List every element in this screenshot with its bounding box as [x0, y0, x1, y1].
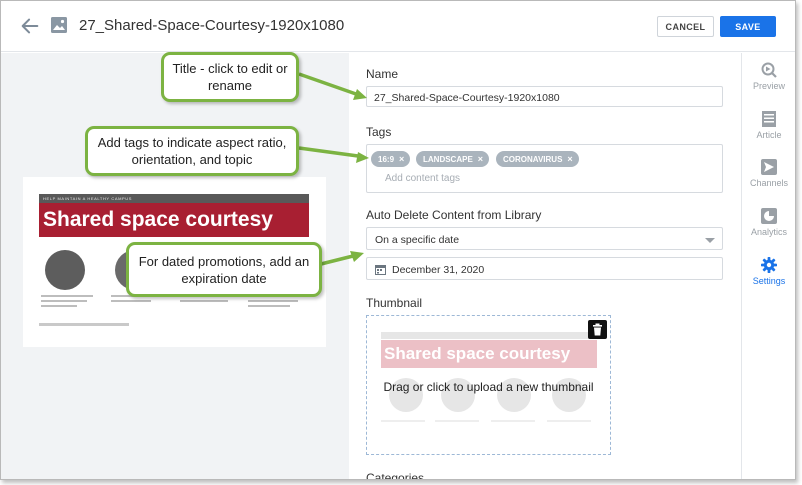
tags-placeholder[interactable]: Add content tags: [385, 173, 460, 184]
tag-chip[interactable]: CORONAVIRUS ×: [496, 151, 579, 167]
tag-chip[interactable]: LANDSCAPE ×: [416, 151, 490, 167]
tag-label: CORONAVIRUS: [503, 154, 563, 164]
preview-banner: Shared space courtesy: [39, 203, 309, 237]
preview-text-line: [41, 295, 93, 297]
preview-icon: [761, 62, 777, 78]
callout-tags: Add tags to indicate aspect ratio, orien…: [85, 126, 299, 176]
thumbnail-text-line: [435, 420, 479, 422]
callout-title: Title - click to edit or rename: [161, 52, 299, 102]
image-icon: [51, 17, 67, 33]
right-nav-rail: Preview Article Channels Analytics Setti…: [741, 53, 795, 479]
thumbnail-dropzone[interactable]: Shared space courtesy Drag or click to u…: [366, 315, 611, 455]
trash-button[interactable]: [588, 320, 607, 339]
save-button[interactable]: SAVE: [720, 16, 776, 37]
preview-text-line: [41, 305, 77, 307]
preview-text-line: [180, 300, 228, 302]
tags-label: Tags: [366, 125, 392, 139]
page-title[interactable]: 27_Shared-Space-Courtesy-1920x1080: [79, 17, 344, 34]
rail-item-label: Preview: [752, 81, 785, 91]
trash-icon: [593, 323, 602, 336]
rail-item-article[interactable]: Article: [742, 110, 795, 140]
preview-text-line: [248, 300, 298, 302]
settings-form: Name 27_Shared-Space-Courtesy-1920x1080 …: [350, 53, 741, 480]
tag-label: LANDSCAPE: [423, 154, 473, 164]
upload-instructions: Drag or click to upload a new thumbnail: [383, 380, 594, 394]
top-bar: 27_Shared-Space-Courtesy-1920x1080 CANCE…: [1, 1, 795, 52]
channels-icon: [761, 159, 777, 175]
rail-item-analytics[interactable]: Analytics: [742, 207, 795, 237]
thumbnail-text-line: [381, 420, 425, 422]
preview-text-line: [41, 300, 87, 302]
tag-label: 16:9: [378, 154, 395, 164]
preview-strip: HELP MAINTAIN A HEALTHY CAMPUS: [39, 194, 309, 203]
date-field[interactable]: December 31, 2020: [366, 257, 723, 280]
thumbnail-label: Thumbnail: [366, 296, 423, 310]
name-label: Name: [366, 67, 399, 81]
categories-label: Categories: [366, 471, 425, 480]
rail-item-settings[interactable]: Settings: [742, 256, 795, 286]
tag-chip[interactable]: 16:9 ×: [371, 151, 411, 167]
chevron-down-icon[interactable]: [705, 238, 715, 243]
cancel-button[interactable]: CANCEL: [657, 16, 714, 37]
calendar-icon[interactable]: [375, 265, 386, 275]
rail-item-preview[interactable]: Preview: [742, 61, 795, 91]
app-window: 27_Shared-Space-Courtesy-1920x1080 CANCE…: [0, 0, 796, 480]
name-value: 27_Shared-Space-Courtesy-1920x1080: [374, 92, 560, 104]
date-value: December 31, 2020: [392, 264, 485, 276]
rail-item-label: Article: [756, 130, 782, 140]
gear-icon: [761, 257, 777, 273]
rail-item-label: Settings: [752, 276, 786, 286]
rail-item-channels[interactable]: Channels: [742, 158, 795, 188]
thumbnail-text-line: [491, 420, 535, 422]
auto-delete-label: Auto Delete Content from Library: [366, 208, 542, 222]
preview-text-line: [248, 305, 290, 307]
close-icon[interactable]: ×: [478, 154, 483, 164]
close-icon[interactable]: ×: [567, 154, 572, 164]
preview-text-line: [111, 300, 151, 302]
rail-item-label: Channels: [749, 178, 789, 188]
preview-footer: [39, 323, 129, 326]
arrow-left-icon[interactable]: [19, 15, 41, 37]
close-icon[interactable]: ×: [399, 154, 404, 164]
name-field[interactable]: 27_Shared-Space-Courtesy-1920x1080: [366, 86, 723, 107]
rail-item-label: Analytics: [750, 227, 787, 237]
preview-circle: [45, 250, 85, 290]
auto-delete-select[interactable]: On a specific date: [366, 227, 723, 250]
thumbnail-banner: Shared space courtesy: [381, 340, 597, 368]
auto-delete-value: On a specific date: [375, 234, 460, 246]
article-icon: [762, 111, 776, 127]
callout-dates: For dated promotions, add an expiration …: [126, 242, 322, 297]
tags-field[interactable]: 16:9 × LANDSCAPE × CORONAVIRUS × Add conten…: [366, 144, 723, 193]
analytics-icon: [761, 208, 777, 224]
thumbnail-strip: [381, 332, 597, 339]
thumbnail-text-line: [547, 420, 591, 422]
